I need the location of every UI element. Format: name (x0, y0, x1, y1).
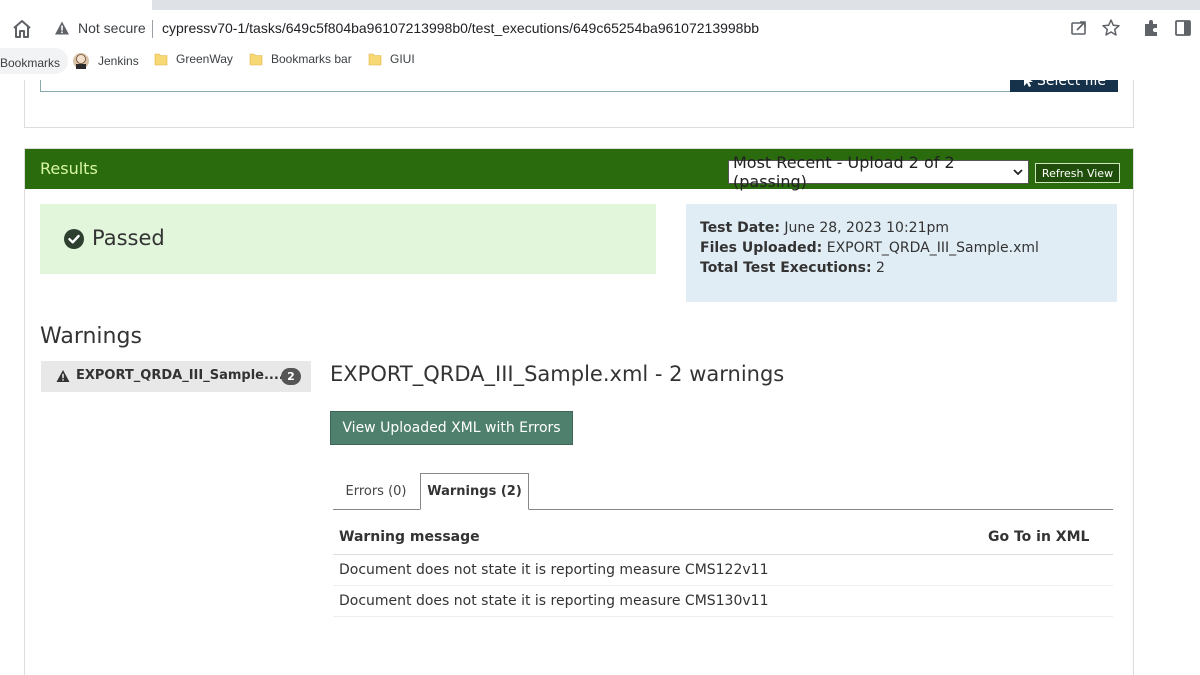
bookmark-label: GreenWay (176, 52, 233, 66)
column-header-goto: Go To in XML (988, 529, 1090, 545)
warning-count-badge: 2 (281, 368, 301, 385)
column-header-message: Warning message (339, 529, 480, 545)
table-row: Document does not state it is reporting … (333, 586, 1113, 617)
warning-icon (56, 370, 70, 382)
result-tabs: Errors (0) Warnings (2) (333, 473, 1113, 510)
omnibox[interactable]: Not secure cypressv70-1/tasks/649c5f804b… (44, 14, 1064, 44)
status-box: Passed (40, 204, 656, 274)
table-header-row: Warning message Go To in XML (333, 519, 1113, 555)
jenkins-icon (73, 53, 89, 69)
upload-select[interactable]: Most Recent - Upload 2 of 2 (passing) (728, 153, 1029, 191)
files-uploaded-label: Files Uploaded: (700, 240, 823, 256)
bookmark-label: Bookmarks (0, 56, 61, 70)
active-indicator-arrow (311, 361, 325, 393)
test-date-value: June 28, 2023 10:21pm (784, 220, 950, 236)
upload-select-value: Most Recent - Upload 2 of 2 (passing) (733, 153, 955, 191)
test-date-label: Test Date: (700, 220, 780, 236)
bookmark-label: GIUI (390, 52, 415, 66)
bookmark-item[interactable]: GIUI (368, 52, 415, 66)
file-nav-item[interactable]: EXPORT_QRDA_III_Sample.... 2 (41, 361, 325, 393)
check-circle-icon (64, 229, 84, 249)
total-executions-value: 2 (876, 260, 885, 276)
bookmark-item[interactable]: Bookmarks bar (249, 52, 352, 66)
bookmark-item[interactable]: Jenkins (72, 52, 139, 70)
file-detail-title: EXPORT_QRDA_III_Sample.xml - 2 warnings (330, 362, 785, 386)
warning-message: Document does not state it is reporting … (339, 593, 769, 609)
file-input[interactable] (40, 80, 1118, 92)
browser-chrome: Not secure cypressv70-1/tasks/649c5f804b… (0, 0, 1200, 80)
folder-icon (249, 53, 263, 66)
upload-panel: Select file (24, 80, 1134, 128)
status-text: Passed (92, 226, 165, 250)
tab-warnings[interactable]: Warnings (2) (420, 473, 529, 510)
files-uploaded-value: EXPORT_QRDA_III_Sample.xml (826, 240, 1039, 256)
share-icon[interactable] (1068, 17, 1090, 39)
folder-icon (368, 53, 382, 66)
bookmarks-bar: Bookmarks Jenkins GreenWay Bookmarks bar (0, 48, 1200, 74)
star-icon[interactable] (1100, 17, 1122, 39)
side-panel-icon[interactable] (1172, 17, 1194, 39)
results-title: Results (40, 159, 98, 178)
table-row: Document does not state it is reporting … (333, 555, 1113, 586)
files-uploaded-line: Files Uploaded: EXPORT_QRDA_III_Sample.x… (700, 238, 1103, 258)
cursor-pointer-icon (1024, 80, 1034, 87)
extensions-puzzle-icon[interactable] (1140, 17, 1162, 39)
home-icon[interactable] (10, 17, 34, 41)
total-executions-line: Total Test Executions: 2 (700, 258, 1103, 278)
warning-triangle-icon[interactable] (54, 20, 70, 36)
file-nav-label: EXPORT_QRDA_III_Sample.... (76, 368, 284, 383)
test-date-line: Test Date: June 28, 2023 10:21pm (700, 218, 1103, 238)
bookmark-label: Bookmarks bar (271, 52, 352, 66)
total-executions-label: Total Test Executions: (700, 260, 872, 276)
chevron-down-icon (1013, 169, 1023, 176)
security-label[interactable]: Not secure (78, 20, 146, 36)
results-panel: Results Most Recent - Upload 2 of 2 (pas… (24, 148, 1134, 675)
results-header: Results Most Recent - Upload 2 of 2 (pas… (25, 149, 1133, 191)
warnings-heading: Warnings (40, 324, 142, 349)
address-separator (152, 20, 153, 38)
warning-message: Document does not state it is reporting … (339, 562, 769, 578)
address-bar-row: Not secure cypressv70-1/tasks/649c5f804b… (0, 12, 1200, 46)
bookmark-item[interactable]: GreenWay (154, 52, 233, 66)
bookmark-label: Jenkins (98, 54, 139, 68)
view-uploaded-xml-button[interactable]: View Uploaded XML with Errors (330, 411, 573, 445)
url-text[interactable]: cypressv70-1/tasks/649c5f804ba9610721399… (162, 20, 759, 36)
test-info-box: Test Date: June 28, 2023 10:21pm Files U… (686, 204, 1117, 302)
refresh-view-button[interactable]: Refresh View (1035, 163, 1120, 183)
tab-errors[interactable]: Errors (0) (333, 473, 419, 510)
select-file-label: Select file (1037, 80, 1106, 89)
page-content: Select file Results Most Recent - Upload… (0, 80, 1200, 675)
folder-icon (154, 53, 168, 66)
tab-strip (152, 0, 1200, 10)
bookmark-item[interactable]: Bookmarks (0, 48, 69, 74)
select-file-button[interactable]: Select file (1010, 80, 1118, 92)
warnings-table: Warning message Go To in XML Document do… (333, 519, 1113, 617)
